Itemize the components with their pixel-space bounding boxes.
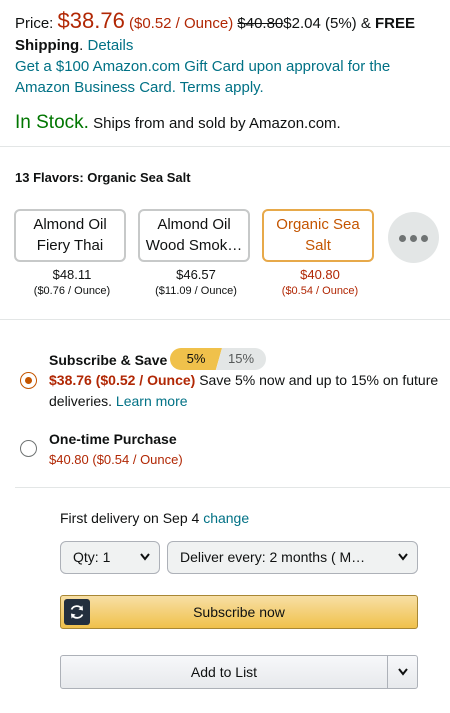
flavors-label: 13 Flavors: Organic Sea Salt: [15, 170, 191, 185]
discount-tier-badge: 5% 15%: [170, 348, 266, 370]
flavor-option-almond-oil-wood-smoked[interactable]: Almond Oil Wood Smok…: [138, 209, 250, 262]
shipping-details-link[interactable]: Details: [88, 37, 134, 54]
flavor-unit-price: ($11.09 / Ounce): [155, 285, 237, 297]
subscribe-now-button[interactable]: Subscribe now: [60, 595, 418, 629]
deliver-every-value: 2 months ( M…: [269, 549, 366, 565]
divider: [0, 146, 450, 147]
flavor-unit-price: ($0.54 / Ounce): [281, 285, 359, 297]
flavor-price-value: $48.11: [52, 267, 92, 282]
flavor-option-organic-sea-salt[interactable]: Organic Sea Salt: [262, 209, 374, 262]
flavor-price-almond-oil-fiery-thai: $48.11 ($0.76 / Ounce): [14, 266, 130, 300]
refresh-icon: [64, 599, 90, 625]
free-prefix: &: [360, 15, 376, 32]
subscribe-description: $38.76 ($0.52 / Ounce) Save 5% now and u…: [49, 370, 450, 391]
price-per-unit: ($0.52 / Ounce): [128, 15, 234, 32]
chevron-down-icon: [139, 542, 151, 573]
flavor-name-line2: Wood Smok…: [145, 237, 243, 254]
flavor-price-almond-oil-wood-smoked: $46.57 ($11.09 / Ounce): [138, 266, 254, 300]
qty-value: 1: [102, 549, 111, 565]
ellipsis-icon: [397, 229, 430, 247]
qty-label: Qty:: [73, 549, 99, 565]
subscribe-now-label: Subscribe now: [193, 604, 285, 620]
list-price: $40.80: [237, 15, 284, 32]
subscribe-price: $38.76 ($0.52 / Ounce): [49, 372, 196, 388]
flavor-price-value: $40.80: [300, 267, 340, 282]
subscribe-savings-text-2: deliveries.: [49, 393, 113, 409]
more-flavors-button[interactable]: [388, 212, 439, 263]
learn-more-link[interactable]: Learn more: [116, 393, 188, 409]
tier-max: 15%: [216, 348, 266, 370]
deliver-every-label: Deliver every:: [180, 549, 266, 565]
subscribe-description-line2: deliveries. Learn more: [49, 391, 188, 412]
subscribe-savings-text: Save 5% now and up to 15% on future: [199, 372, 439, 388]
add-to-list-button[interactable]: Add to List: [61, 656, 387, 688]
in-stock-status: In Stock.: [15, 112, 89, 133]
subscribe-radio[interactable]: [20, 372, 37, 389]
flavor-name-line1: Almond Oil: [157, 216, 231, 233]
one-time-purchase-title: One-time Purchase: [49, 431, 177, 447]
stock-line: In Stock. Ships from and sold by Amazon.…: [15, 110, 341, 137]
price-label: Price:: [15, 15, 54, 32]
divider: [15, 487, 450, 488]
change-delivery-link[interactable]: change: [203, 510, 249, 526]
flavor-unit-price: ($0.76 / Ounce): [33, 285, 111, 297]
gift-card-offer-link[interactable]: Get a $100 Amazon.com Gift Card upon app…: [15, 56, 445, 98]
flavor-name-line1: Organic Sea: [276, 216, 360, 233]
tier-current: 5%: [170, 348, 222, 370]
price-amount: $38.76: [57, 8, 125, 33]
first-delivery-line: First delivery on Sep 4 change: [60, 508, 249, 528]
one-time-purchase-radio[interactable]: [20, 440, 37, 457]
flavor-name-line2: Salt: [305, 237, 331, 254]
flavor-price-organic-sea-salt: $40.80 ($0.54 / Ounce): [262, 266, 378, 300]
flavor-price-value: $46.57: [176, 267, 216, 282]
chevron-down-icon: [397, 542, 409, 573]
subscribe-save-title: Subscribe & Save: [49, 352, 168, 368]
first-delivery-text: First delivery on Sep 4: [60, 510, 200, 526]
add-to-list-control: Add to List: [60, 655, 418, 689]
shipping-line: Shipping. Details: [15, 37, 134, 54]
one-time-purchase-price: $40.80 ($0.54 / Ounce): [49, 452, 183, 467]
flavor-option-almond-oil-fiery-thai[interactable]: Almond Oil Fiery Thai: [14, 209, 126, 262]
savings-amount: $2.04 (5%): [283, 15, 357, 32]
quantity-dropdown[interactable]: Qty: 1: [60, 541, 160, 574]
price-line: Price: $38.76 ($0.52 / Ounce) $40.80$2.0…: [15, 8, 450, 37]
shipping-label: Shipping: [15, 37, 80, 54]
flavor-name-line1: Almond Oil: [33, 216, 107, 233]
free-label: FREE: [375, 15, 416, 32]
add-to-list-dropdown-button[interactable]: [388, 656, 417, 688]
chevron-down-icon: [397, 668, 408, 676]
divider: [0, 319, 450, 320]
flavor-name-line2: Fiery Thai: [36, 237, 104, 254]
ships-from-text: Ships from and sold by Amazon.com.: [93, 115, 341, 132]
deliver-every-dropdown[interactable]: Deliver every: 2 months ( M…: [167, 541, 418, 574]
